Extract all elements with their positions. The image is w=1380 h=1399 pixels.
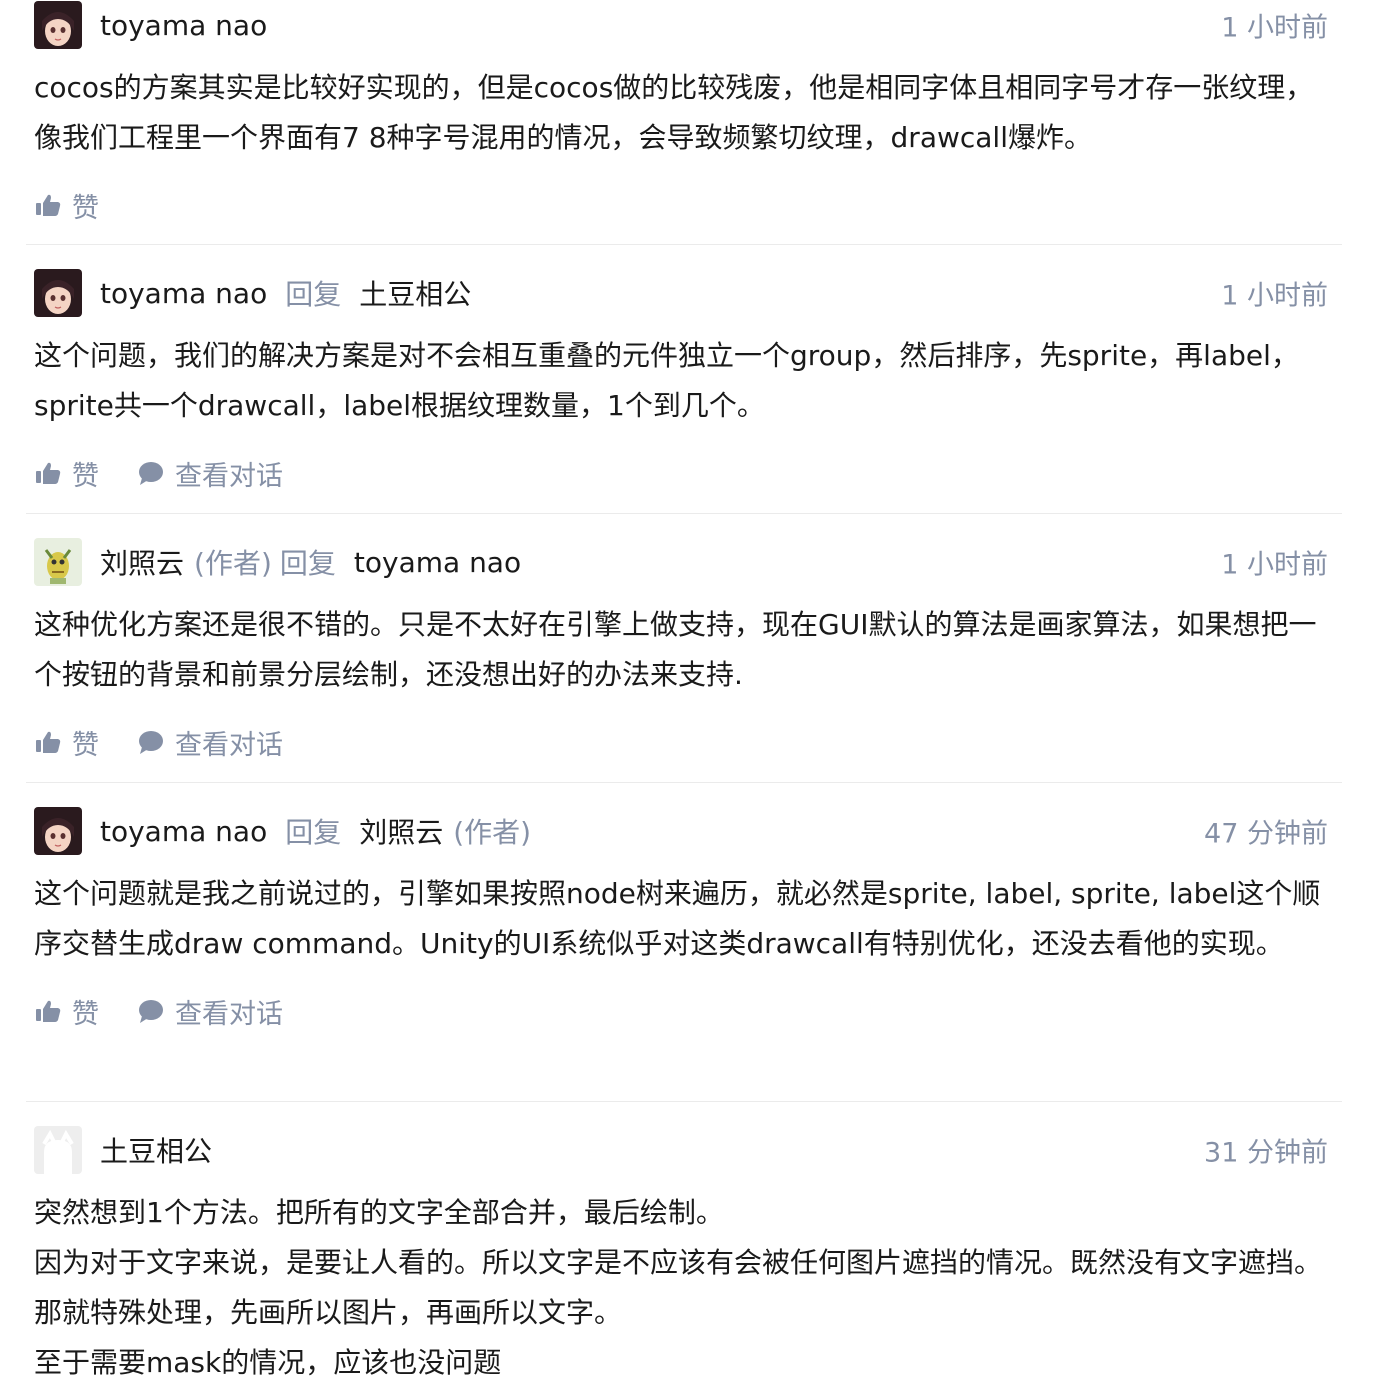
reply-target-name[interactable]: 刘照云 — [359, 811, 443, 851]
speech-bubble-icon — [139, 731, 163, 754]
default-gray-avatar[interactable] — [34, 1126, 82, 1174]
view-conversation-button[interactable]: 查看对话 — [137, 992, 283, 1031]
view-conversation-button[interactable]: 查看对话 — [137, 454, 283, 493]
anime-girl-avatar[interactable] — [34, 269, 82, 317]
thumbs-up-icon — [36, 731, 61, 753]
view-conversation-label: 查看对话 — [175, 998, 283, 1030]
comment-content: 这个问题，我们的解决方案是对不会相互重叠的元件独立一个group，然后排序，先s… — [34, 331, 1342, 431]
speech-bubble-icon — [139, 462, 163, 485]
comment-item: toyama nao 回复 刘照云 (作者) 47 分钟前 这个问题就是我之前说… — [26, 783, 1342, 1102]
like-label: 赞 — [72, 192, 99, 224]
comment-item: 刘照云 (作者) 回复 toyama nao 1 小时前 这种优化方案还是很不错… — [26, 514, 1342, 783]
thumbs-up-icon — [36, 194, 61, 216]
comment-item: toyama nao 1 小时前 cocos的方案其实是比较好实现的，但是coc… — [26, 1, 1342, 245]
author-name[interactable]: 土豆相公 — [100, 1130, 212, 1170]
thumbs-up-icon — [36, 462, 61, 484]
thumbs-up-icon — [36, 1000, 61, 1022]
view-conversation-label: 查看对话 — [175, 460, 283, 492]
reply-target-name[interactable]: toyama nao — [354, 546, 521, 579]
comment-header: toyama nao 回复 土豆相公 1 小时前 — [34, 245, 1342, 317]
view-conversation-button[interactable]: 查看对话 — [137, 723, 283, 762]
like-button[interactable]: 赞 — [34, 186, 99, 225]
author-name[interactable]: toyama nao — [100, 815, 267, 848]
comment-paragraph: 突然想到1个方法。把所有的文字全部合并，最后绘制。 — [34, 1196, 724, 1229]
comment-paragraph: 至于需要mask的情况，应该也没问题 — [34, 1346, 502, 1379]
comment-content: 这种优化方案还是很不错的。只是不太好在引擎上做支持，现在GUI默认的算法是画家算… — [34, 600, 1342, 700]
author-name[interactable]: toyama nao — [100, 9, 267, 42]
comment-paragraph: 这个问题就是我之前说过的，引擎如果按照node树来遍历，就必然是sprite, … — [34, 877, 1321, 960]
comment-content: cocos的方案其实是比较好实现的，但是cocos做的比较残废，他是相同字体且相… — [34, 63, 1342, 163]
like-button[interactable]: 赞 — [34, 723, 99, 762]
reply-target-name[interactable]: 土豆相公 — [359, 273, 471, 313]
author-name[interactable]: toyama nao — [100, 277, 267, 310]
comment-header: 土豆相公 31 分钟前 — [34, 1102, 1342, 1174]
like-button[interactable]: 赞 — [34, 454, 99, 493]
comment-header: toyama nao 回复 刘照云 (作者) 47 分钟前 — [34, 783, 1342, 855]
cartoon-creature-avatar[interactable] — [34, 538, 82, 586]
comment-time: 47 分钟前 — [1204, 818, 1328, 850]
view-conversation-label: 查看对话 — [175, 729, 283, 761]
comment-paragraph: 这种优化方案还是很不错的。只是不太好在引擎上做支持，现在GUI默认的算法是画家算… — [34, 608, 1317, 691]
anime-girl-avatar[interactable] — [34, 807, 82, 855]
comment-time: 1 小时前 — [1221, 280, 1328, 312]
comment-item: toyama nao 回复 土豆相公 1 小时前 这个问题，我们的解决方案是对不… — [26, 245, 1342, 514]
like-label: 赞 — [72, 729, 99, 761]
like-button[interactable]: 赞 — [34, 992, 99, 1031]
comment-header: toyama nao 1 小时前 — [34, 1, 1342, 49]
speech-bubble-icon — [139, 1000, 163, 1023]
like-label: 赞 — [72, 460, 99, 492]
comment-content: 这个问题就是我之前说过的，引擎如果按照node树来遍历，就必然是sprite, … — [34, 869, 1342, 969]
comment-time: 1 小时前 — [1221, 12, 1328, 44]
reply-word: 回复 — [279, 547, 336, 580]
comment-actions: 赞 — [34, 177, 1342, 233]
reply-word: 回复 — [285, 278, 342, 311]
comment-list: toyama nao 1 小时前 cocos的方案其实是比较好实现的，但是coc… — [26, 0, 1342, 1399]
like-label: 赞 — [72, 998, 99, 1030]
reply-word: 回复 — [285, 816, 342, 849]
comment-actions: 赞 查看对话 — [34, 714, 1342, 770]
comment-paragraph: 因为对于文字来说，是要让人看的。所以文字是不应该有会被任何图片遮挡的情况。既然没… — [34, 1246, 1323, 1329]
author-tag: (作者) — [194, 547, 272, 580]
comment-time: 1 小时前 — [1221, 549, 1328, 581]
reply-target-tag: (作者) — [453, 816, 532, 849]
comment-item: 土豆相公 31 分钟前 突然想到1个方法。把所有的文字全部合并，最后绘制。 因为… — [26, 1102, 1342, 1399]
comment-paragraph: cocos的方案其实是比较好实现的，但是cocos做的比较残废，他是相同字体且相… — [34, 71, 1314, 154]
comment-header: 刘照云 (作者) 回复 toyama nao 1 小时前 — [34, 514, 1342, 586]
author-name[interactable]: 刘照云 — [100, 542, 184, 582]
anime-girl-avatar[interactable] — [34, 1, 82, 49]
comment-actions: 赞 查看对话 — [34, 983, 1342, 1039]
comment-content: 突然想到1个方法。把所有的文字全部合并，最后绘制。 因为对于文字来说，是要让人看… — [34, 1188, 1342, 1388]
comment-actions: 赞 查看对话 — [34, 445, 1342, 501]
comment-time: 31 分钟前 — [1204, 1137, 1328, 1169]
comment-paragraph: 这个问题，我们的解决方案是对不会相互重叠的元件独立一个group，然后排序，先s… — [34, 339, 1299, 422]
